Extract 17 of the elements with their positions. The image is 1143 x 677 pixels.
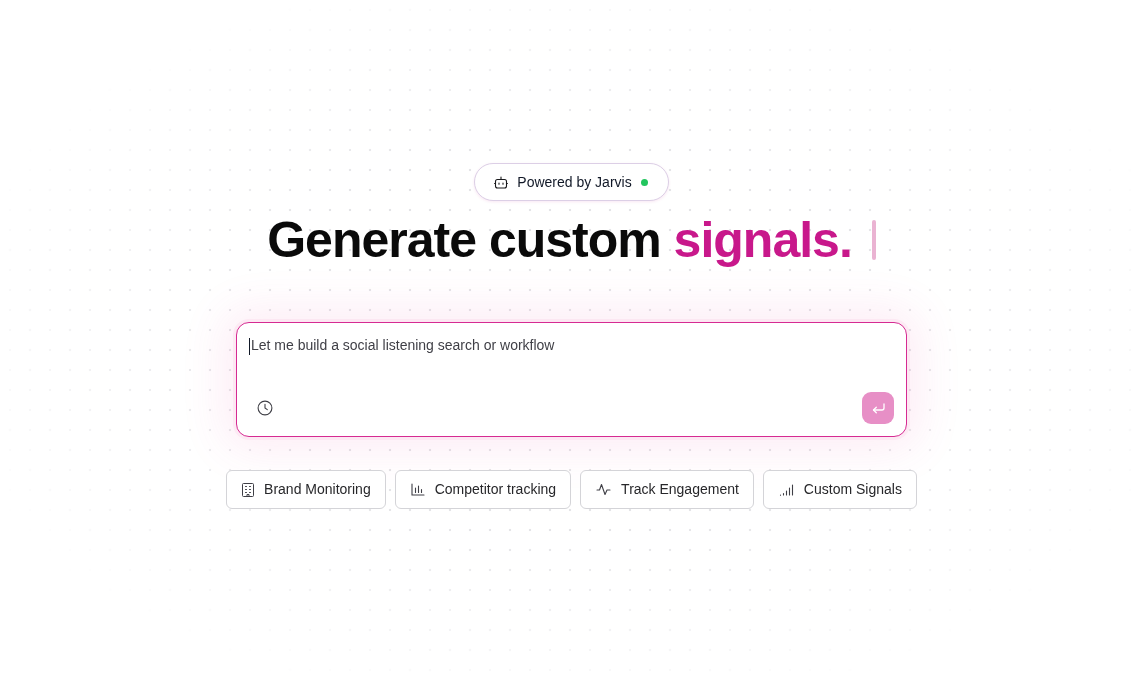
badge-label: Powered by Jarvis [517,172,632,192]
prompt-input[interactable]: Let me build a social listening search or workflow [236,322,907,437]
suggestion-chip[interactable]: Competitor tracking [394,470,572,509]
pulse-icon [596,483,612,496]
building-icon [242,482,255,497]
text-cursor [249,338,250,355]
headline: Generate custom signals. [267,211,852,270]
robot-icon [494,175,509,189]
suggestion-chip[interactable]: Brand Monitoring [226,470,386,509]
bar-chart-icon [410,483,425,496]
return-arrow-icon [871,402,885,414]
clock-icon [257,400,273,416]
typing-cursor [871,220,876,260]
signal-bars-icon [778,483,794,496]
prompt-field[interactable]: Let me build a social listening search or workflow [249,335,894,392]
suggestion-chip[interactable]: Custom Signals [762,470,917,509]
suggestion-chip[interactable]: Track Engagement [580,470,754,509]
